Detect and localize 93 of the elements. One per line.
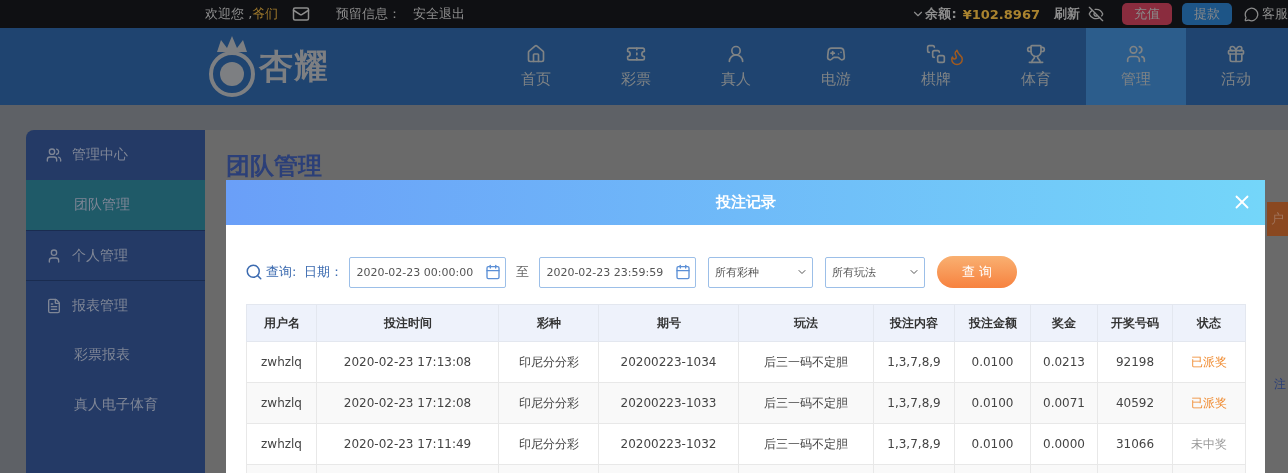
home-icon bbox=[526, 44, 546, 64]
column-header: 状态 bbox=[1172, 304, 1246, 342]
table-cell: 2020-02-23 17:13:08 bbox=[316, 341, 499, 383]
nav-item[interactable]: 棋牌 bbox=[886, 28, 986, 105]
column-header: 投注时间 bbox=[316, 304, 499, 342]
dialog-title: 投注记录 bbox=[715, 193, 776, 212]
end-date-field[interactable]: 2020-02-23 23:59:59 bbox=[539, 256, 697, 288]
table-cell: 后三一码不定胆 bbox=[738, 382, 874, 424]
table-cell: zwhzlq bbox=[246, 382, 317, 424]
table-cell: 20200223-1034 bbox=[598, 341, 739, 383]
table-cell: 后三一码不定胆 bbox=[738, 423, 874, 465]
table-cell: zwhzlq bbox=[246, 423, 317, 465]
column-header: 开奖号码 bbox=[1097, 304, 1173, 342]
column-header: 投注金额 bbox=[954, 304, 1031, 342]
table-cell: 1,3,7,8,9 bbox=[873, 423, 955, 465]
start-date-field[interactable]: 2020-02-23 00:00:00 bbox=[349, 256, 507, 288]
balance-label: 余额: bbox=[925, 5, 957, 23]
gift-icon bbox=[1226, 44, 1246, 64]
table-cell: 1,3,7,8,9 bbox=[873, 341, 955, 383]
deposit-button[interactable]: 充值 bbox=[1122, 3, 1172, 25]
nav-item[interactable]: 管理 bbox=[1086, 28, 1186, 105]
calendar-icon bbox=[675, 264, 692, 280]
column-header: 彩种 bbox=[498, 304, 599, 342]
lottery-select[interactable]: 所有彩种 bbox=[708, 256, 814, 288]
table-cell: 31066 bbox=[1097, 423, 1173, 465]
document-icon bbox=[46, 297, 62, 314]
refresh-link[interactable]: 刷新 bbox=[1054, 5, 1080, 23]
column-header: 玩法 bbox=[738, 304, 874, 342]
greeting-text: 欢迎您 , bbox=[205, 5, 253, 23]
nav-item[interactable]: 电游 bbox=[786, 28, 886, 105]
nav-item[interactable]: 彩票 bbox=[586, 28, 686, 105]
table-cell: zwhzlq bbox=[246, 341, 317, 383]
eye-off-icon[interactable] bbox=[1088, 6, 1104, 22]
people-icon bbox=[1126, 44, 1146, 64]
table-cell: 0.0100 bbox=[954, 341, 1031, 383]
status-cell: 已派奖 bbox=[1172, 382, 1246, 424]
table-cell: 20200223-1032 bbox=[598, 423, 739, 465]
table-cell: 0.0000 bbox=[1030, 423, 1098, 465]
support-link[interactable]: 客服 bbox=[1244, 5, 1288, 23]
sidebar-item[interactable]: 彩票报表 bbox=[26, 330, 205, 380]
logout-link[interactable]: 安全退出 bbox=[413, 5, 466, 23]
date-label: 日期： bbox=[304, 263, 344, 281]
table-cell: 0.0213 bbox=[1030, 341, 1098, 383]
chat-icon bbox=[1244, 6, 1259, 22]
separator-text: 至 bbox=[516, 263, 530, 281]
nav-item[interactable]: 真人 bbox=[686, 28, 786, 105]
table-cell: 印尼分分彩 bbox=[498, 341, 599, 383]
page-title: 团队管理 bbox=[226, 151, 323, 182]
search-icon bbox=[245, 263, 263, 281]
person-icon bbox=[46, 247, 62, 264]
trophy-icon bbox=[1026, 44, 1046, 64]
column-header: 奖金 bbox=[1030, 304, 1098, 342]
sidebar-item[interactable]: 团队管理 bbox=[26, 180, 205, 230]
people-icon bbox=[46, 147, 62, 163]
table-cell: 20200223-1033 bbox=[598, 382, 739, 424]
table-cell: 0.0100 bbox=[954, 423, 1031, 465]
username-link[interactable]: 爷们 bbox=[252, 5, 279, 23]
sidebar-section[interactable]: 管理中心 bbox=[26, 130, 205, 180]
logo-text: 杏耀 bbox=[259, 44, 329, 88]
query-label: 查询: bbox=[266, 263, 297, 281]
play-select[interactable]: 所有玩法 bbox=[825, 256, 926, 288]
sidebar-item[interactable]: 真人电子体育 bbox=[26, 380, 205, 430]
table-cell: 后三一码不定胆 bbox=[738, 341, 874, 383]
table-cell: 1,3,7,8,9 bbox=[873, 382, 955, 424]
table-cell: 40592 bbox=[1097, 382, 1173, 424]
mail-icon[interactable] bbox=[292, 5, 311, 23]
withdraw-button[interactable]: 提款 bbox=[1182, 3, 1232, 25]
ticket-icon bbox=[626, 44, 646, 64]
status-cell: 未中奖 bbox=[1172, 423, 1246, 465]
table-cell: 印尼分分彩 bbox=[498, 382, 599, 424]
table-cell: 0.0071 bbox=[1030, 382, 1098, 424]
column-header: 用户名 bbox=[246, 304, 317, 342]
nav-item[interactable]: 体育 bbox=[986, 28, 1086, 105]
person-icon bbox=[726, 44, 746, 64]
gamepad-icon bbox=[826, 44, 846, 64]
nav-item[interactable]: 首页 bbox=[486, 28, 586, 105]
calendar-icon bbox=[485, 264, 502, 280]
query-button[interactable]: 查 询 bbox=[937, 256, 1018, 288]
nav-item[interactable]: 活动 bbox=[1186, 28, 1286, 105]
account-button[interactable]: 户 bbox=[1267, 202, 1288, 236]
crown-logo-icon bbox=[207, 35, 257, 98]
bet-link[interactable]: 注 bbox=[1274, 376, 1288, 393]
table-cell: 2020-02-23 17:12:08 bbox=[316, 382, 499, 424]
reserved-info-label: 预留信息： bbox=[336, 5, 402, 23]
flame-icon bbox=[948, 48, 966, 66]
column-header: 期号 bbox=[598, 304, 739, 342]
table-cell: 印尼分分彩 bbox=[498, 423, 599, 465]
table-cell: 92198 bbox=[1097, 341, 1173, 383]
status-cell: 已派奖 bbox=[1172, 341, 1246, 383]
table-cell: 0.0100 bbox=[954, 382, 1031, 424]
table-cell: 2020-02-23 17:11:49 bbox=[316, 423, 499, 465]
column-header: 投注内容 bbox=[873, 304, 955, 342]
balance-amount: ¥102.8967 bbox=[962, 6, 1040, 22]
